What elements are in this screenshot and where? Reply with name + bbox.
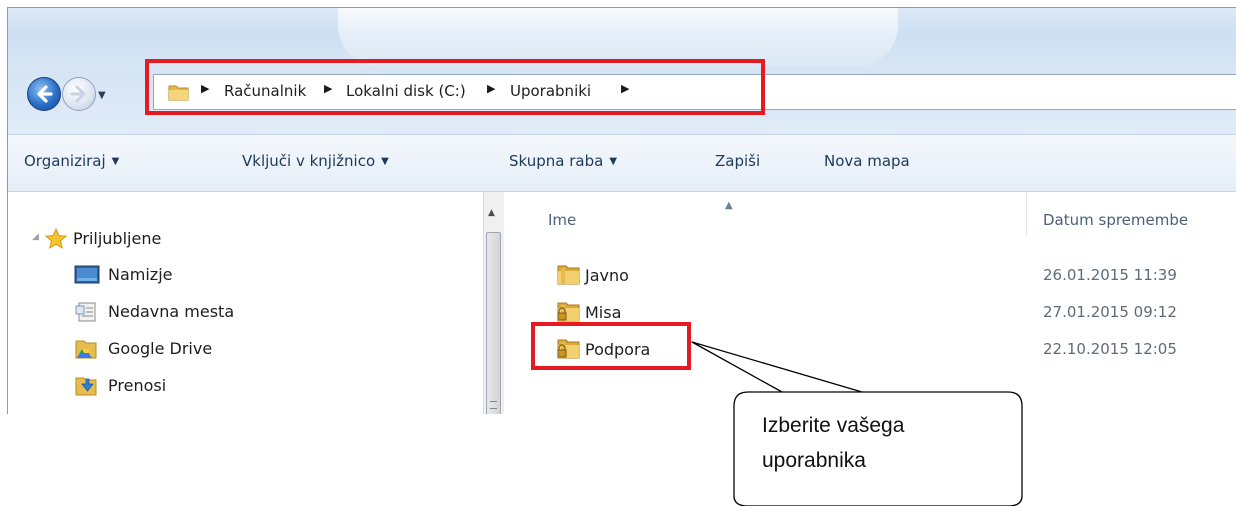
recent-pages-dropdown-icon[interactable]: ▼ bbox=[98, 90, 106, 101]
file-name: Misa bbox=[585, 303, 622, 322]
explorer-window: ▼ ▶ Računalnik ▶ Lokalni disk (C:) ▶ Upo… bbox=[7, 7, 1236, 414]
title-bar bbox=[8, 8, 1236, 68]
folder-icon bbox=[557, 265, 580, 285]
forward-arrow-icon bbox=[70, 85, 86, 103]
file-row-misa[interactable]: Misa 27.01.2015 09:12 bbox=[505, 294, 1236, 332]
address-bar[interactable]: ▶ Računalnik ▶ Lokalni disk (C:) ▶ Upora… bbox=[153, 74, 1236, 110]
sidebar-item-label: Google Drive bbox=[108, 339, 213, 358]
expand-arrow-icon[interactable]: ◢ bbox=[32, 232, 39, 242]
navigation-row: ▼ ▶ Računalnik ▶ Lokalni disk (C:) ▶ Upo… bbox=[8, 68, 1236, 134]
downloads-folder-icon bbox=[75, 377, 97, 396]
callout-line: uporabnika bbox=[762, 449, 866, 472]
desktop-icon bbox=[74, 265, 100, 284]
star-icon bbox=[44, 227, 68, 250]
include-in-library-label: Vključi v knjižnico bbox=[242, 152, 376, 170]
chevron-down-icon: ▼ bbox=[111, 156, 120, 167]
callout-line: Izberite vašega bbox=[762, 414, 905, 437]
command-bar: Organiziraj ▼ Vključi v knjižnico ▼ Skupna… bbox=[8, 134, 1236, 192]
callout-text: Izberite vašega uporabnika bbox=[762, 408, 1012, 478]
sidebar-item-label: Namizje bbox=[108, 265, 173, 284]
chevron-down-icon: ▼ bbox=[609, 156, 618, 167]
column-divider[interactable] bbox=[1026, 192, 1027, 236]
file-name: Javno bbox=[585, 266, 629, 285]
sidebar-item-label: Nedavna mesta bbox=[108, 302, 235, 321]
column-header-name[interactable]: Ime bbox=[548, 211, 576, 229]
include-in-library-button[interactable]: Vključi v knjižnico ▼ bbox=[242, 152, 389, 170]
grip-icon bbox=[490, 401, 497, 409]
share-with-label: Skupna raba bbox=[509, 152, 604, 170]
sidebar-item-label: Prenosi bbox=[108, 376, 167, 395]
scrollbar-thumb[interactable] bbox=[486, 232, 501, 414]
file-date-modified: 26.01.2015 11:39 bbox=[1043, 266, 1177, 284]
locked-folder-icon bbox=[557, 302, 580, 322]
share-with-button[interactable]: Skupna raba ▼ bbox=[509, 152, 617, 170]
nav-pane-scrollbar[interactable]: ▲ bbox=[483, 192, 504, 414]
breadcrumb-local-disk[interactable]: Lokalni disk (C:) bbox=[346, 82, 466, 100]
file-row-podpora[interactable]: Podpora 22.10.2015 12:05 bbox=[505, 331, 1236, 369]
breadcrumb-separator-icon[interactable]: ▶ bbox=[324, 82, 332, 95]
favorites-label: Priljubljene bbox=[73, 229, 162, 248]
file-date-modified: 27.01.2015 09:12 bbox=[1043, 303, 1177, 321]
forward-button[interactable] bbox=[62, 77, 96, 111]
back-button[interactable] bbox=[27, 77, 61, 111]
breadcrumb-separator-icon[interactable]: ▶ bbox=[201, 82, 209, 95]
breadcrumb-separator-icon[interactable]: ▶ bbox=[487, 82, 495, 95]
scroll-up-icon[interactable]: ▲ bbox=[488, 208, 495, 218]
navigation-pane: ◢ Priljubljene Namizje Nedavna mesta Goo… bbox=[8, 192, 483, 414]
file-date-modified: 22.10.2015 12:05 bbox=[1043, 340, 1177, 358]
new-folder-button[interactable]: Nova mapa bbox=[824, 152, 910, 170]
back-arrow-icon bbox=[37, 85, 53, 103]
file-row-javno[interactable]: Javno 26.01.2015 11:39 bbox=[505, 257, 1236, 295]
organize-button[interactable]: Organiziraj ▼ bbox=[24, 152, 119, 170]
file-list: ▲ Ime Datum spremembe Javno 26.01.2015 1… bbox=[505, 192, 1236, 414]
breadcrumb-users[interactable]: Uporabniki bbox=[510, 82, 591, 100]
title-bar-glass bbox=[338, 8, 898, 66]
chevron-down-icon: ▼ bbox=[381, 156, 389, 167]
google-drive-folder-icon bbox=[75, 340, 97, 359]
column-header-date-modified[interactable]: Datum spremembe bbox=[1043, 211, 1188, 229]
recent-places-icon bbox=[75, 302, 96, 322]
file-name: Podpora bbox=[585, 340, 651, 359]
locked-folder-icon bbox=[557, 339, 580, 359]
breadcrumb-computer[interactable]: Računalnik bbox=[224, 82, 306, 100]
sort-ascending-icon: ▲ bbox=[725, 200, 733, 211]
organize-label: Organiziraj bbox=[24, 152, 106, 170]
burn-button[interactable]: Zapiši bbox=[715, 152, 760, 170]
folder-icon bbox=[168, 85, 189, 101]
breadcrumb-separator-icon[interactable]: ▶ bbox=[621, 82, 629, 95]
